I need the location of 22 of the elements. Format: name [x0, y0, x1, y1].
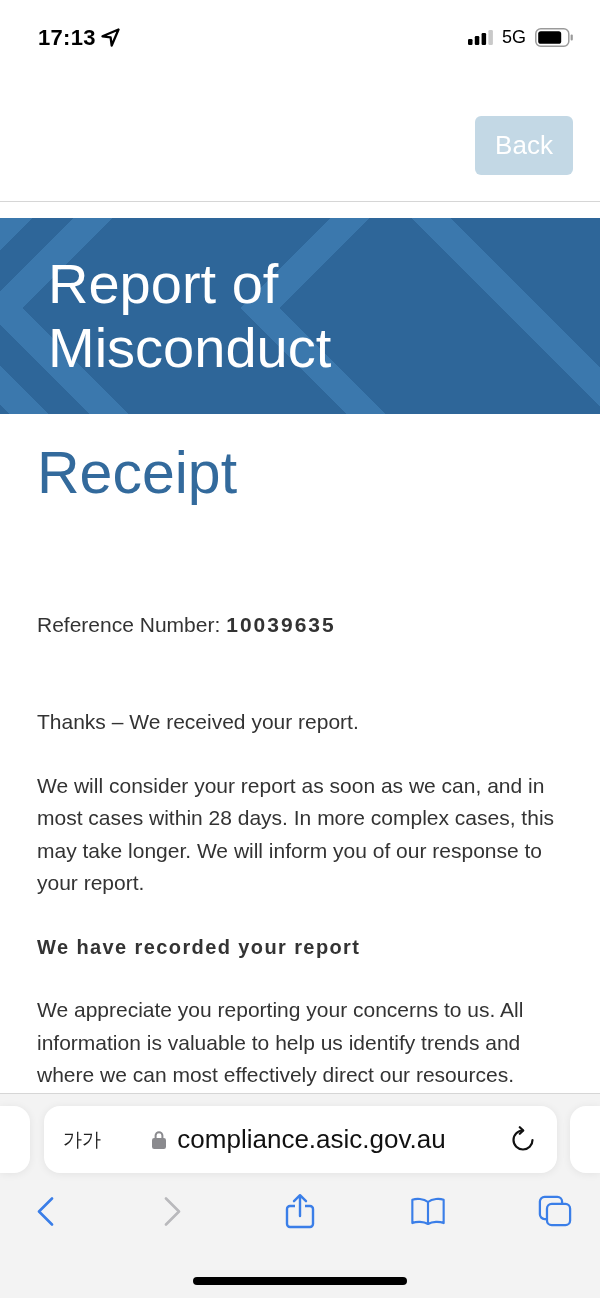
body-paragraph: We will consider your report as soon as we can, and in most cases within 28 days. In more complex cases, this may take longer. We will inform you of our response to your report.	[37, 772, 556, 896]
book-icon[interactable]	[410, 1195, 445, 1227]
section-heading: We have recorded your report	[37, 934, 362, 960]
lock-icon	[152, 1130, 167, 1149]
url-text: compliance.asic.gov.au	[177, 1124, 446, 1155]
share-icon[interactable]	[285, 1193, 315, 1229]
chevron-left-icon[interactable]	[36, 1196, 54, 1226]
overlapping-squares-icon[interactable]	[538, 1194, 572, 1228]
status-time: 17:13	[38, 24, 96, 51]
page-heading: Receipt	[37, 439, 239, 508]
body-paragraph: We appreciate you reporting your concerns to us. All information is valuable to help us identify trends and where we can most effectively direct our resources.	[37, 997, 525, 1088]
signal-icon	[468, 30, 493, 45]
reload-icon[interactable]	[509, 1126, 536, 1153]
text-size-button[interactable]: 가가	[62, 1126, 101, 1153]
location-arrow-icon	[100, 28, 120, 47]
reference-label: Reference Number:	[37, 612, 221, 638]
battery-icon	[535, 28, 573, 47]
banner-title: Report of Misconduct	[48, 252, 333, 380]
reference-number: 10039635	[226, 612, 336, 638]
body-paragraph: Thanks – We received your report.	[37, 709, 360, 735]
network-label: 5G	[502, 27, 526, 48]
address-bar[interactable]: 가가 compliance.asic.gov.au	[43, 1106, 557, 1173]
